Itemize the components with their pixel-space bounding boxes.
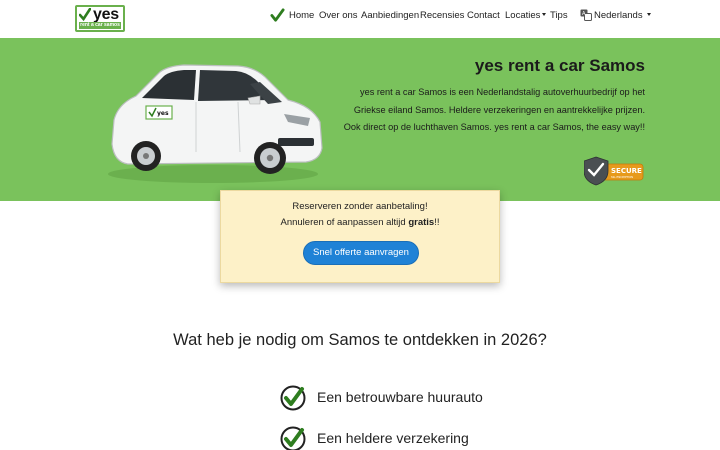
language-label: Nederlands bbox=[594, 10, 643, 21]
secure-label: SECURE bbox=[611, 167, 642, 175]
brand-logo[interactable]: yes rent a car samos bbox=[75, 5, 125, 32]
home-check-icon[interactable] bbox=[270, 8, 285, 23]
booking-cancel-prefix: Annuleren of aanpassen altijd bbox=[280, 217, 409, 228]
hero-banner: yes yes rent a car Samos yes rent a car … bbox=[0, 38, 720, 201]
logo-tagline: rent a car samos bbox=[79, 22, 121, 29]
checkmark-icon bbox=[280, 426, 306, 450]
booking-cancel-suffix: !! bbox=[434, 217, 440, 228]
nav-tips[interactable]: Tips bbox=[550, 10, 568, 21]
nav-home[interactable]: Home bbox=[289, 10, 314, 21]
booking-free-label: gratis bbox=[408, 217, 435, 228]
booking-card: Reserveren zonder aanbetaling! Annuleren… bbox=[220, 190, 500, 283]
language-selector[interactable]: Nederlands bbox=[594, 10, 651, 21]
hero-description: yes rent a car Samos is een Nederlandsta… bbox=[343, 87, 645, 132]
hero-title: yes rent a car Samos bbox=[474, 56, 645, 75]
checkmark-icon bbox=[280, 385, 306, 411]
logo-check-icon bbox=[79, 8, 91, 22]
nav-about[interactable]: Over ons bbox=[319, 10, 358, 21]
request-quote-button[interactable]: Snel offerte aanvragen bbox=[303, 241, 419, 265]
navbar: yes rent a car samos Home Over ons Aanbi… bbox=[0, 0, 720, 38]
nav-contact[interactable]: Contact bbox=[467, 10, 500, 21]
nav-reviews[interactable]: Recensies bbox=[420, 10, 464, 21]
secure-sublabel: SSL ENCRYPTION bbox=[611, 175, 633, 179]
chevron-down-icon bbox=[542, 13, 547, 16]
feature-label: Een betrouwbare huurauto bbox=[317, 389, 483, 405]
booking-cancel-text: Annuleren of aanpassen altijd gratis!! bbox=[221, 217, 499, 228]
car-image: yes bbox=[108, 64, 323, 183]
nav-locations-dropdown[interactable]: Locaties bbox=[505, 10, 547, 21]
chevron-down-icon bbox=[646, 13, 651, 16]
nav-locations-label: Locaties bbox=[505, 10, 541, 21]
translate-icon: A bbox=[580, 9, 592, 21]
feature-label: Een heldere verzekering bbox=[317, 430, 469, 446]
nav-offers[interactable]: Aanbiedingen bbox=[361, 10, 419, 21]
secure-ssl-badge-icon: SECURE SSL ENCRYPTION bbox=[584, 156, 644, 186]
svg-text:yes: yes bbox=[157, 110, 169, 117]
svg-text:A: A bbox=[582, 11, 586, 17]
section-title: Wat heb je nodig om Samos te ontdekken i… bbox=[173, 331, 547, 349]
booking-no-deposit-text: Reserveren zonder aanbetaling! bbox=[292, 201, 428, 212]
